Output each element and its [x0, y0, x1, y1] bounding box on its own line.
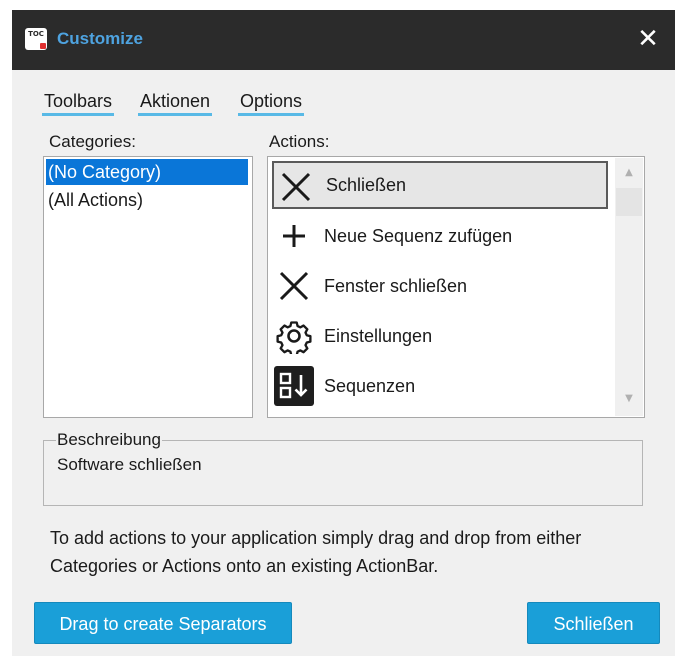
title-bar[interactable]: TOC Customize ✕	[12, 10, 675, 70]
actions-list[interactable]: Schließen Neue Sequenz zufügen Fenster s…	[267, 156, 645, 418]
tab-toolbars[interactable]: Toolbars	[42, 88, 115, 116]
scroll-down-icon[interactable]: ▼	[615, 388, 643, 410]
action-label: Fenster schließen	[324, 276, 468, 296]
tab-underline	[238, 113, 305, 116]
action-label: Neue Sequenz zufügen	[324, 226, 513, 246]
description-group: Beschreibung Software schließen	[43, 430, 643, 506]
action-label: Sequenzen	[324, 376, 416, 396]
action-label: Schließen	[326, 175, 407, 195]
tab-underline	[138, 113, 213, 116]
customize-window: TOC Customize ✕ Toolbars Aktionen Option…	[12, 10, 675, 656]
close-icon[interactable]: ✕	[634, 24, 662, 54]
list-item[interactable]: (No Category)	[46, 159, 248, 185]
app-icon: TOC	[25, 28, 47, 50]
gear-icon	[274, 316, 314, 356]
tab-aktionen[interactable]: Aktionen	[138, 88, 213, 116]
tab-underline	[42, 113, 115, 116]
action-row-einstellungen[interactable]: Einstellungen	[272, 312, 608, 360]
tab-label: Aktionen	[140, 91, 211, 111]
action-label: Einstellungen	[324, 326, 433, 346]
app-icon-badge	[40, 43, 46, 49]
actions-label: Actions:	[269, 132, 330, 151]
close-icon	[274, 266, 314, 306]
action-row-fenster-schliessen[interactable]: Fenster schließen	[272, 262, 608, 310]
close-button[interactable]: Schließen	[527, 602, 660, 644]
description-text: Software schließen	[57, 455, 202, 474]
action-row-neue-sequenz[interactable]: Neue Sequenz zufügen	[272, 212, 608, 260]
scroll-up-icon[interactable]: ▲	[615, 162, 643, 184]
categories-label: Categories:	[49, 132, 136, 151]
app-icon-text: TOC	[28, 30, 44, 38]
sequence-sort-icon	[274, 366, 314, 406]
separators-button[interactable]: Drag to create Separators	[34, 602, 292, 644]
info-text: To add actions to your application simpl…	[50, 528, 582, 576]
tab-label: Toolbars	[44, 91, 113, 111]
close-icon	[276, 167, 316, 207]
description-legend: Beschreibung	[56, 430, 162, 450]
actions-scrollbar[interactable]: ▲ ▼	[615, 158, 643, 416]
tab-label: Options	[240, 91, 303, 111]
action-row-schliessen[interactable]: Schließen	[272, 161, 608, 209]
list-item[interactable]: (All Actions)	[46, 187, 248, 213]
action-row-sequenzen[interactable]: Sequenzen	[272, 362, 608, 410]
tab-options[interactable]: Options	[238, 88, 305, 116]
scroll-thumb[interactable]	[616, 188, 642, 216]
plus-icon	[274, 216, 314, 256]
categories-list[interactable]: (No Category) (All Actions)	[43, 156, 253, 418]
window-title: Customize	[57, 29, 143, 48]
